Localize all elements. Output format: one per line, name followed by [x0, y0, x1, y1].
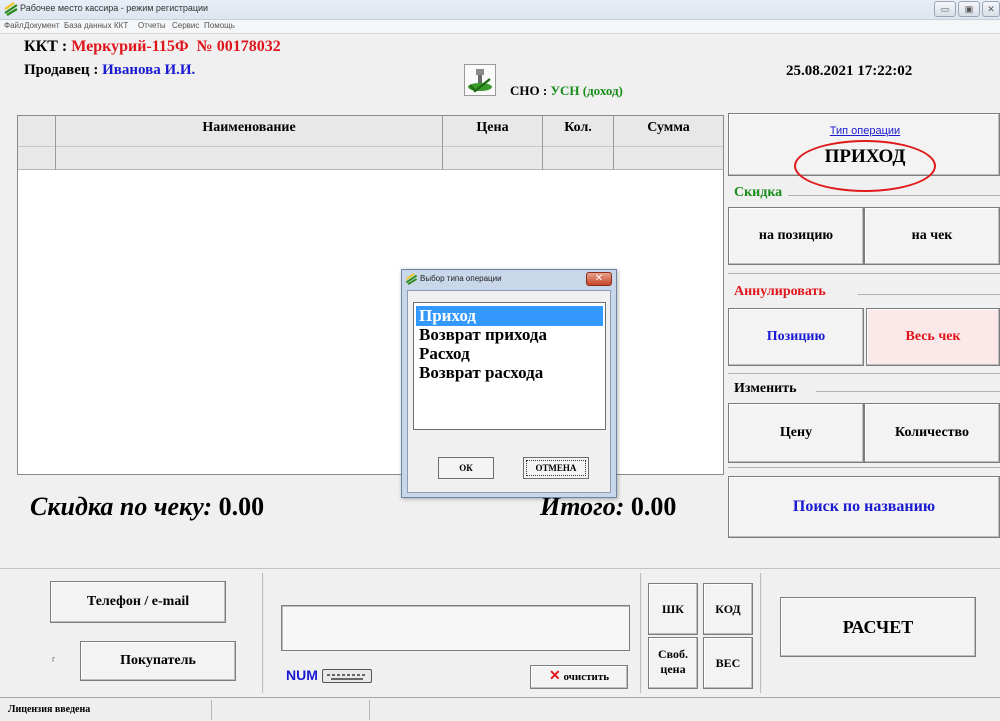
dialog-body: Приход Возврат прихода Расход Возврат ра… — [407, 290, 611, 493]
change-group-label: Изменить — [734, 381, 797, 396]
free-price-line-1: Своб. — [657, 647, 689, 661]
option-vozvrat-prihoda[interactable]: Возврат прихода — [416, 325, 603, 345]
num-indicator: NUM — [286, 667, 318, 683]
col-sum[interactable]: Сумма — [614, 116, 723, 170]
maximize-button[interactable]: ▣ — [958, 1, 980, 17]
change-group-line — [816, 391, 1000, 392]
annotation-circle — [794, 140, 936, 192]
sno-stamp-icon[interactable] — [464, 64, 496, 96]
sno-info: СНО : УСН (доход) — [510, 83, 623, 99]
free-price-button[interactable]: Своб. цена — [648, 637, 698, 689]
kkt-label: ККТ : — [24, 38, 72, 55]
cancel-position-button[interactable]: Позицию — [728, 308, 864, 366]
menu-file[interactable]: Файл — [4, 21, 24, 30]
col-name[interactable]: Наименование — [56, 116, 443, 170]
kod-button[interactable]: КОД — [703, 583, 753, 635]
dialog-ok-button[interactable]: ОК — [438, 457, 494, 479]
menu-bar: Файл Документ База данных ККТ Отчеты Сер… — [0, 20, 1000, 34]
bottom-panel: Телефон / e-mail г Покупатель NUM ✕ очис… — [0, 568, 1000, 693]
dialog-title: Выбор типа операции — [420, 274, 502, 283]
divider — [728, 467, 1000, 468]
divider — [728, 273, 1000, 274]
cancel-group-line — [858, 294, 1000, 295]
cancel-group-label: Аннулировать — [734, 284, 826, 299]
status-cell-3 — [370, 700, 1000, 720]
kkt-name: Меркурий-115Ф — [71, 38, 189, 55]
status-cell-2 — [212, 700, 370, 720]
kkt-number: № 00178032 — [196, 38, 281, 55]
keyboard-icon[interactable] — [322, 669, 372, 683]
discount-receipt-button[interactable]: на чек — [864, 207, 1000, 265]
seller-label: Продавец : — [24, 62, 103, 78]
datetime: 25.08.2021 17:22:02 — [786, 63, 913, 79]
menu-reports[interactable]: Отчеты — [138, 21, 166, 30]
status-bar: Лицензия введена — [0, 697, 1000, 721]
divider — [640, 573, 642, 693]
clear-label: очистить — [563, 671, 610, 683]
receipt-total-value: 0.00 — [630, 492, 677, 521]
col-qty[interactable]: Кол. — [543, 116, 614, 170]
menu-service[interactable]: Сервис — [172, 21, 199, 30]
menu-help[interactable]: Помощь — [204, 21, 235, 30]
col-marker — [18, 116, 56, 170]
cancel-receipt-button[interactable]: Весь чек — [866, 308, 1000, 366]
search-by-name-button[interactable]: Поиск по названию — [728, 476, 1000, 538]
change-quantity-button[interactable]: Количество — [864, 403, 1000, 463]
close-button[interactable]: ✕ — [982, 1, 1000, 17]
kkt-info: ККТ : Меркурий-115Ф № 00178032 — [24, 38, 281, 56]
receipt-table[interactable]: Наименование Цена Кол. Сумма — [17, 115, 724, 475]
operation-type-list[interactable]: Приход Возврат прихода Расход Возврат ра… — [413, 302, 606, 430]
window-title: Рабочее место кассира - режим регистраци… — [20, 3, 209, 13]
seller-name: Иванова И.И. — [102, 62, 196, 78]
raschet-button[interactable]: РАСЧЕТ — [780, 597, 976, 657]
buyer-checkbox[interactable]: г — [52, 654, 55, 664]
menu-kkt[interactable]: ККТ — [114, 21, 128, 30]
menu-document[interactable]: Документ — [24, 21, 60, 30]
sno-value: УСН (доход) — [550, 83, 623, 98]
minimize-button[interactable]: ▭ — [934, 1, 956, 17]
discount-group-line — [788, 195, 1000, 196]
dialog-cancel-button[interactable]: ОТМЕНА — [523, 457, 589, 479]
option-vozvrat-rashoda[interactable]: Возврат расхода — [416, 363, 603, 383]
barcode-input[interactable] — [281, 605, 630, 651]
sno-label: СНО : — [510, 83, 551, 98]
menu-database[interactable]: База данных — [64, 21, 112, 30]
divider — [728, 373, 1000, 374]
license-status: Лицензия введена — [0, 700, 212, 720]
discount-position-button[interactable]: на позицию — [728, 207, 864, 265]
buyer-button[interactable]: Покупатель — [80, 641, 236, 681]
divider — [262, 573, 264, 693]
app-logo-icon — [4, 2, 18, 16]
shk-button[interactable]: ШК — [648, 583, 698, 635]
discount-group-label: Скидка — [734, 185, 783, 200]
ves-button[interactable]: ВЕС — [703, 637, 753, 689]
operation-type-dialog: Выбор типа операции ✕ Приход Возврат при… — [401, 269, 617, 498]
free-price-line-2: цена — [660, 662, 686, 676]
receipt-discount-value: 0.00 — [218, 492, 265, 521]
seller-info: Продавец : Иванова И.И. — [24, 62, 195, 79]
divider — [760, 573, 762, 693]
phone-email-button[interactable]: Телефон / e-mail — [50, 581, 226, 623]
title-bar: Рабочее место кассира - режим регистраци… — [0, 0, 1000, 20]
change-price-button[interactable]: Цену — [728, 403, 864, 463]
clear-button[interactable]: ✕ очистить — [530, 665, 628, 689]
clear-x-icon: ✕ — [548, 669, 561, 684]
receipt-discount-label: Скидка по чеку: — [30, 492, 219, 521]
option-prihod[interactable]: Приход — [416, 306, 603, 326]
operation-type-label: Тип операции — [829, 125, 901, 137]
table-header: Наименование Цена Кол. Сумма — [18, 116, 723, 170]
col-price[interactable]: Цена — [443, 116, 543, 170]
receipt-discount: Скидка по чеку: 0.00 — [30, 492, 264, 522]
option-rashod[interactable]: Расход — [416, 344, 603, 364]
dialog-close-button[interactable]: ✕ — [586, 272, 612, 286]
dialog-app-icon — [405, 273, 418, 285]
